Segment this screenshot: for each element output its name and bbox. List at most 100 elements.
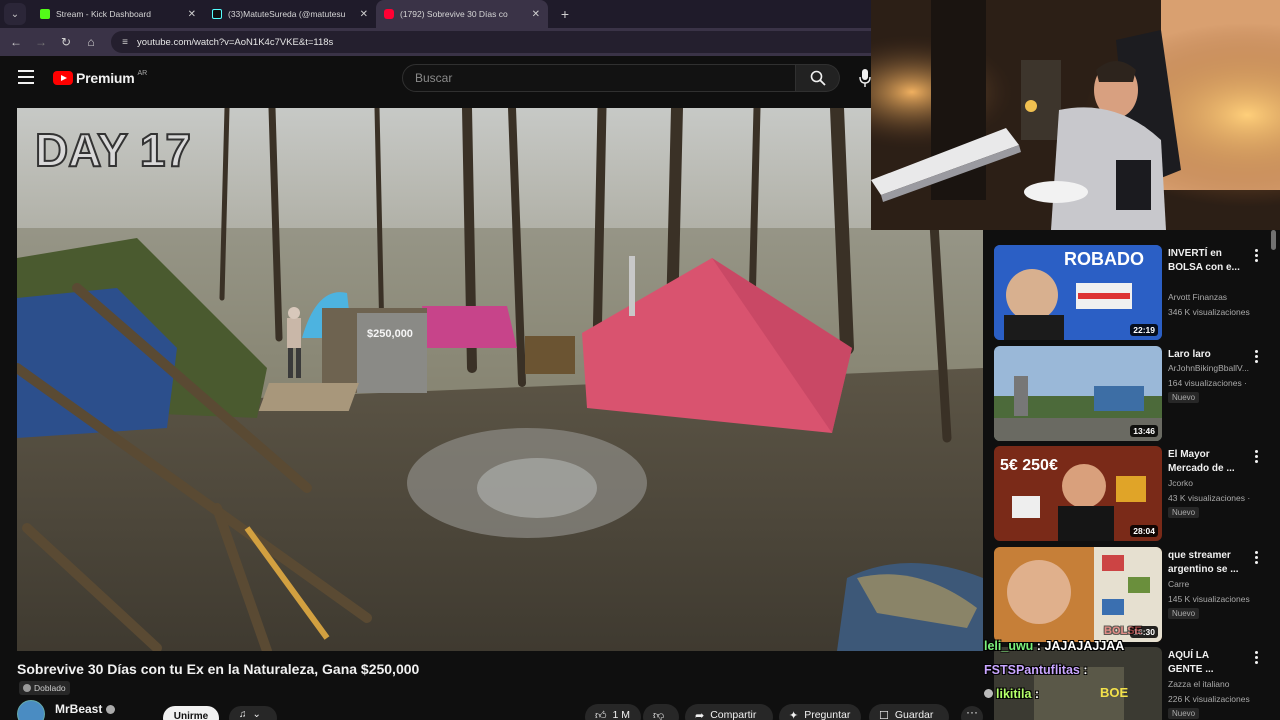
notification-bell-button[interactable]: ♫ ⌄ xyxy=(229,706,277,720)
chat-message: leli_uwu : JAJAJAJJAA xyxy=(984,639,1125,653)
box-price-label: $250,000 xyxy=(367,328,413,340)
forward-arrow-icon[interactable]: → xyxy=(29,30,53,54)
more-vert-icon[interactable] xyxy=(1254,350,1260,364)
search-input[interactable]: Buscar xyxy=(402,64,796,92)
rec-title[interactable]: Laro laro xyxy=(1168,348,1244,362)
rec-views: 346 K visualizaciones xyxy=(1168,307,1250,317)
url-field[interactable]: ≡ youtube.com/watch?v=AoN1K4c7VKE&t=118s xyxy=(111,31,881,53)
rec-title[interactable]: que streamer argentino se ... xyxy=(1168,549,1244,577)
chat-message: FSTSPantuflitas : xyxy=(984,663,1088,677)
tab-title: Stream - Kick Dashboard xyxy=(56,9,151,19)
chat-text: BOLSE xyxy=(1104,625,1142,637)
reload-icon[interactable]: ↻ xyxy=(54,30,78,54)
rec-views: 164 visualizaciones · xyxy=(1168,378,1247,388)
tab-tiktok[interactable]: (33)MatuteSureda (@matutesu ✕ xyxy=(204,0,376,28)
video-thumbnail[interactable]: ROBADO 22:19 xyxy=(994,245,1162,340)
chat-username: leli_uwu xyxy=(984,639,1034,653)
youtube-play-icon xyxy=(53,71,73,85)
close-tab-icon[interactable]: ✕ xyxy=(188,9,196,20)
screen: { "browser": { "tabs": [ {"title": "Stre… xyxy=(0,0,1280,720)
save-label: Guardar xyxy=(894,709,934,720)
more-vert-icon[interactable] xyxy=(1254,249,1260,263)
url-text: youtube.com/watch?v=AoN1K4c7VKE&t=118s xyxy=(137,36,334,48)
kick-favicon-icon xyxy=(40,9,50,19)
hamburger-menu-icon[interactable] xyxy=(18,70,34,84)
video-player[interactable]: $250,000 DAY 17 xyxy=(17,108,983,651)
rec-channel[interactable]: Arvott Finanzas xyxy=(1168,292,1254,302)
like-button[interactable]: 👍︎ 1 M xyxy=(585,704,641,720)
streamer-webcam-overlay xyxy=(871,0,1280,230)
share-label: Compartir xyxy=(710,709,757,720)
sidebar-scrollbar[interactable] xyxy=(1271,230,1276,250)
channel-avatar[interactable] xyxy=(17,700,45,720)
thumb-up-icon: 👍︎ xyxy=(595,710,607,720)
chat-user-icon xyxy=(984,689,993,698)
channel-name[interactable]: MrBeast xyxy=(55,702,116,716)
search-placeholder: Buscar xyxy=(415,71,453,85)
sparkle-icon: ✦ xyxy=(789,710,799,720)
new-badge: Nuevo xyxy=(1168,392,1200,403)
like-count: 1 M xyxy=(612,709,631,720)
home-icon[interactable]: ⌂ xyxy=(79,30,103,54)
dubbed-person-icon xyxy=(23,684,31,692)
search-button[interactable] xyxy=(796,64,840,92)
video-duration: 22:19 xyxy=(1130,324,1158,336)
video-thumbnail[interactable]: 13:46 xyxy=(994,346,1162,441)
chevron-down-icon: ⌄ xyxy=(252,709,261,720)
bell-icon: ♫ xyxy=(239,709,247,720)
rec-channel[interactable]: Carre xyxy=(1168,579,1254,589)
dubbed-badge: Doblado xyxy=(19,681,70,695)
chat-message: BOLSE xyxy=(984,625,1184,639)
save-button[interactable]: ☐ Guardar xyxy=(869,704,949,720)
video-thumbnail[interactable]: 5€ 250€ 28:04 xyxy=(994,446,1162,541)
more-actions-icon[interactable]: ··· xyxy=(961,706,983,720)
site-info-icon[interactable]: ≡ xyxy=(119,36,131,48)
join-button[interactable]: Unirme xyxy=(163,706,219,720)
share-button[interactable]: ➦ Compartir xyxy=(685,704,773,720)
verified-check-icon xyxy=(106,705,116,715)
dislike-button[interactable]: 👎︎ xyxy=(643,704,679,720)
rec-title[interactable]: INVERTÍ en BOLSA con e... xyxy=(1168,247,1244,275)
chat-text: JAJAJAJJAA xyxy=(1044,639,1125,653)
thumb-caption: 5€ 250€ xyxy=(1000,457,1058,474)
tab-kick-dashboard[interactable]: Stream - Kick Dashboard ✕ xyxy=(32,0,204,28)
recommendation-item[interactable]: 5€ 250€ 28:04 El Mayor Mercado de ... Jc… xyxy=(994,446,1264,542)
ask-button[interactable]: ✦ Preguntar xyxy=(779,704,861,720)
back-arrow-icon[interactable]: ← xyxy=(4,30,28,54)
chat-username: FSTSPantuflitas xyxy=(984,663,1080,677)
rec-channel[interactable]: ArJohnBikingBballV... xyxy=(1168,363,1254,373)
youtube-premium-logo[interactable]: Premium AR xyxy=(53,70,147,86)
rec-channel[interactable]: Jcorko xyxy=(1168,478,1254,488)
channel-actions-row: MrBeast Unirme ♫ ⌄ 👍︎ 1 M 👎︎ ➦ Compartir ✦ P… xyxy=(17,698,983,720)
more-vert-icon[interactable] xyxy=(1254,551,1260,565)
webcam-image xyxy=(871,0,1280,230)
video-duration: 13:46 xyxy=(1130,425,1158,437)
chat-message: likitila : xyxy=(984,687,1184,711)
stream-chat-overlay: BOLSE leli_uwu : JAJAJAJJAA FSTSPantufli… xyxy=(984,625,1184,720)
recommendation-item[interactable]: 13:46 Laro laro ArJohnBikingBballV... 16… xyxy=(994,346,1264,442)
new-tab-button[interactable]: + xyxy=(554,3,576,25)
region-code: AR xyxy=(137,69,148,77)
bookmark-icon: ☐ xyxy=(879,710,889,720)
video-frame: $250,000 DAY 17 xyxy=(17,108,983,651)
tab-title: (33)MatuteSureda (@matutesu xyxy=(228,9,346,19)
tab-youtube-video[interactable]: (1792) Sobrevive 30 Días co ✕ xyxy=(376,0,548,28)
thumb-caption: ROBADO xyxy=(1064,249,1144,269)
more-vert-icon[interactable] xyxy=(1254,450,1260,464)
chat-username: likitila xyxy=(996,687,1032,701)
rec-title[interactable]: El Mayor Mercado de ... xyxy=(1168,448,1244,476)
search-icon xyxy=(810,70,826,86)
recommendation-item[interactable]: ROBADO 22:19 INVERTÍ en BOLSA con e... A… xyxy=(994,245,1264,341)
thumb-down-icon: 👎︎ xyxy=(653,710,665,720)
youtube-favicon-icon xyxy=(384,9,394,19)
day-overlay-text: DAY 17 xyxy=(35,124,191,176)
money-box: $250,000 xyxy=(322,308,427,393)
tab-search-dropdown[interactable]: ⌄ xyxy=(4,3,26,25)
more-vert-icon[interactable] xyxy=(1254,651,1260,665)
close-tab-icon[interactable]: ✕ xyxy=(360,9,368,20)
close-tab-icon[interactable]: ✕ xyxy=(532,9,540,20)
share-arrow-icon: ➦ xyxy=(695,710,705,720)
microphone-icon[interactable] xyxy=(858,68,872,88)
channel-name-text: MrBeast xyxy=(55,702,103,716)
new-badge: Nuevo xyxy=(1168,608,1200,619)
